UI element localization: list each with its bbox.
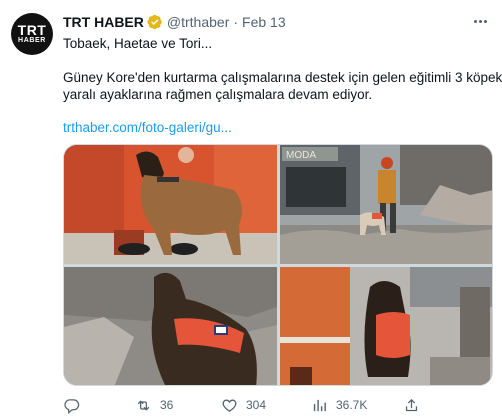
views-button[interactable]: 36.7K	[311, 394, 367, 416]
retweet-count: 36	[160, 398, 174, 412]
tweet-header: TRT HABER @trthaber · Feb 13	[63, 12, 286, 32]
share-icon	[403, 397, 420, 414]
more-options-icon[interactable]	[468, 12, 492, 30]
share-button[interactable]	[403, 394, 420, 416]
photo-sign-text: MODA	[286, 150, 316, 161]
tweet-text-line-2: Güney Kore'den kurtarma çalışmalarına de…	[63, 70, 502, 85]
separator-dot: ·	[233, 14, 239, 30]
tweet-date[interactable]: Feb 13	[242, 14, 286, 30]
tweet-text-line-1: Tobaek, Haetae ve Tori...	[63, 36, 213, 51]
tweet[interactable]: TRT HABER TRT HABER @trthaber · Feb 13 T…	[0, 0, 502, 420]
reply-button[interactable]	[63, 394, 80, 416]
photo-dog-orange-vest[interactable]	[64, 267, 277, 385]
photo-dog-orange-background[interactable]	[64, 145, 277, 264]
photo-dog-with-rescuer[interactable]	[280, 267, 492, 385]
retweet-icon	[135, 397, 152, 414]
heart-icon	[221, 397, 238, 414]
tweet-link[interactable]: trthaber.com/foto-galeri/gu...	[63, 120, 232, 135]
tweet-text-line-3: yaralı ayaklarına rağmen çalışmalara dev…	[63, 87, 373, 102]
retweet-button[interactable]: 36	[135, 394, 173, 416]
reply-icon	[63, 397, 80, 414]
avatar-logo-text: TRT	[17, 22, 47, 38]
photo-dog-rubble-street[interactable]: MODA	[280, 145, 492, 264]
media-grid: MODA	[63, 144, 493, 386]
views-count: 36.7K	[336, 398, 368, 412]
like-button[interactable]: 304	[221, 394, 266, 416]
avatar-logo-subtext: HABER	[18, 37, 46, 44]
author-handle[interactable]: @trthaber	[167, 14, 229, 30]
views-icon	[311, 397, 328, 414]
verified-badge-icon	[147, 14, 163, 30]
author-name[interactable]: TRT HABER	[63, 14, 144, 30]
avatar[interactable]: TRT HABER	[11, 13, 53, 55]
tweet-actions: 36 304 36.7K	[63, 394, 483, 416]
like-count: 304	[246, 398, 267, 412]
